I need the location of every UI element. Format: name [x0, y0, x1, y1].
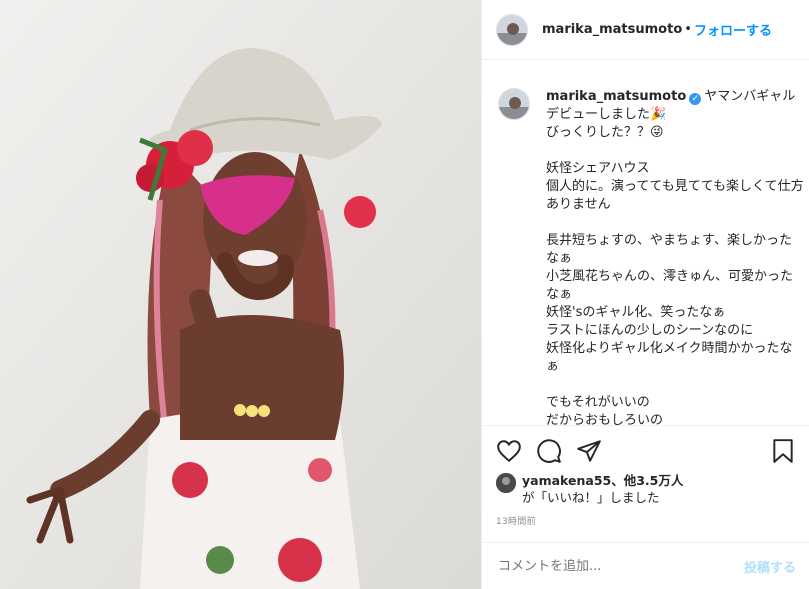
- comment-bar: 投稿する: [482, 542, 809, 589]
- instagram-post-modal: marika_matsumoto • フォローする marika_matsumo…: [0, 0, 809, 589]
- post-side-panel: marika_matsumoto • フォローする marika_matsumo…: [481, 0, 809, 589]
- post-image: [0, 0, 481, 589]
- caption-username[interactable]: marika_matsumoto: [546, 89, 686, 104]
- likes-count[interactable]: 、他3.5万人: [611, 473, 683, 488]
- separator-dot: •: [684, 22, 692, 37]
- post-header: marika_matsumoto • フォローする: [482, 0, 809, 60]
- author-username[interactable]: marika_matsumoto: [542, 22, 682, 37]
- avatar-image: [497, 14, 527, 45]
- bookmark-icon[interactable]: [770, 438, 796, 464]
- comment-icon[interactable]: [536, 438, 562, 464]
- likes-suffix: が「いいね！」しました: [522, 490, 660, 505]
- post-timestamp[interactable]: 13時間前: [496, 514, 796, 527]
- liker-avatar[interactable]: [496, 473, 516, 493]
- post-actions: yamakena55、他3.5万人 が「いいね！」しました 13時間前: [482, 425, 809, 527]
- comment-input[interactable]: [496, 557, 744, 575]
- author-avatar[interactable]: [496, 13, 528, 46]
- post-photo[interactable]: [0, 0, 481, 589]
- caption-body: ヤマンバギャルデビューしました🎉 びっくりした？？😜 妖怪シェアハウス 個人的に…: [546, 89, 804, 425]
- caption-author-avatar[interactable]: [498, 88, 530, 120]
- follow-button[interactable]: フォローする: [694, 20, 772, 39]
- avatar-image: [499, 89, 529, 119]
- heart-icon[interactable]: [496, 438, 522, 464]
- verified-badge-icon: ✓: [689, 93, 702, 105]
- share-icon[interactable]: [576, 438, 602, 464]
- caption-area: marika_matsumoto ✓ ヤマンバギャルデビューしました🎉 びっくりした…: [482, 60, 809, 425]
- caption-text: marika_matsumoto ✓ ヤマンバギャルデビューしました🎉 びっくりした…: [546, 88, 804, 425]
- post-comment-button[interactable]: 投稿する: [744, 557, 796, 576]
- liker-avatar-image: [496, 473, 516, 493]
- likes-summary: yamakena55、他3.5万人 が「いいね！」しました: [496, 472, 796, 506]
- liker-username[interactable]: yamakena55: [522, 473, 611, 488]
